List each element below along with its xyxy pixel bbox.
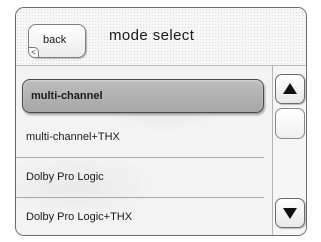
scroll-thumb[interactable] xyxy=(275,108,305,139)
corner-arrow-icon: < xyxy=(28,47,39,58)
mode-item-label: Dolby Pro Logic+THX xyxy=(26,211,133,223)
mode-item-multi-channel[interactable]: multi-channel xyxy=(22,79,264,113)
mode-select-screen: back < mode select multi-channel multi-c… xyxy=(15,7,307,236)
scroll-down-button[interactable] xyxy=(275,198,305,228)
scroll-up-button[interactable] xyxy=(275,74,305,104)
back-button-label: back xyxy=(43,34,67,46)
mode-item-label: Dolby Pro Logic xyxy=(26,171,104,183)
mode-item-label: multi-channel xyxy=(31,90,103,102)
page-title: mode select xyxy=(109,27,195,44)
mode-item-label: multi-channel+THX xyxy=(26,131,120,143)
scrollbar[interactable] xyxy=(272,66,306,235)
triangle-down-icon xyxy=(283,208,297,219)
mode-list: multi-channel multi-channel+THX Dolby Pr… xyxy=(16,66,272,235)
triangle-up-icon xyxy=(283,83,297,94)
mode-item-multi-channel-thx[interactable]: multi-channel+THX xyxy=(16,118,264,158)
mode-item-dolby-pro-logic[interactable]: Dolby Pro Logic xyxy=(16,158,264,198)
header: back < mode select xyxy=(16,8,306,66)
mode-item-dolby-pro-logic-thx[interactable]: Dolby Pro Logic+THX xyxy=(16,198,264,235)
back-button[interactable]: back < xyxy=(28,24,86,58)
